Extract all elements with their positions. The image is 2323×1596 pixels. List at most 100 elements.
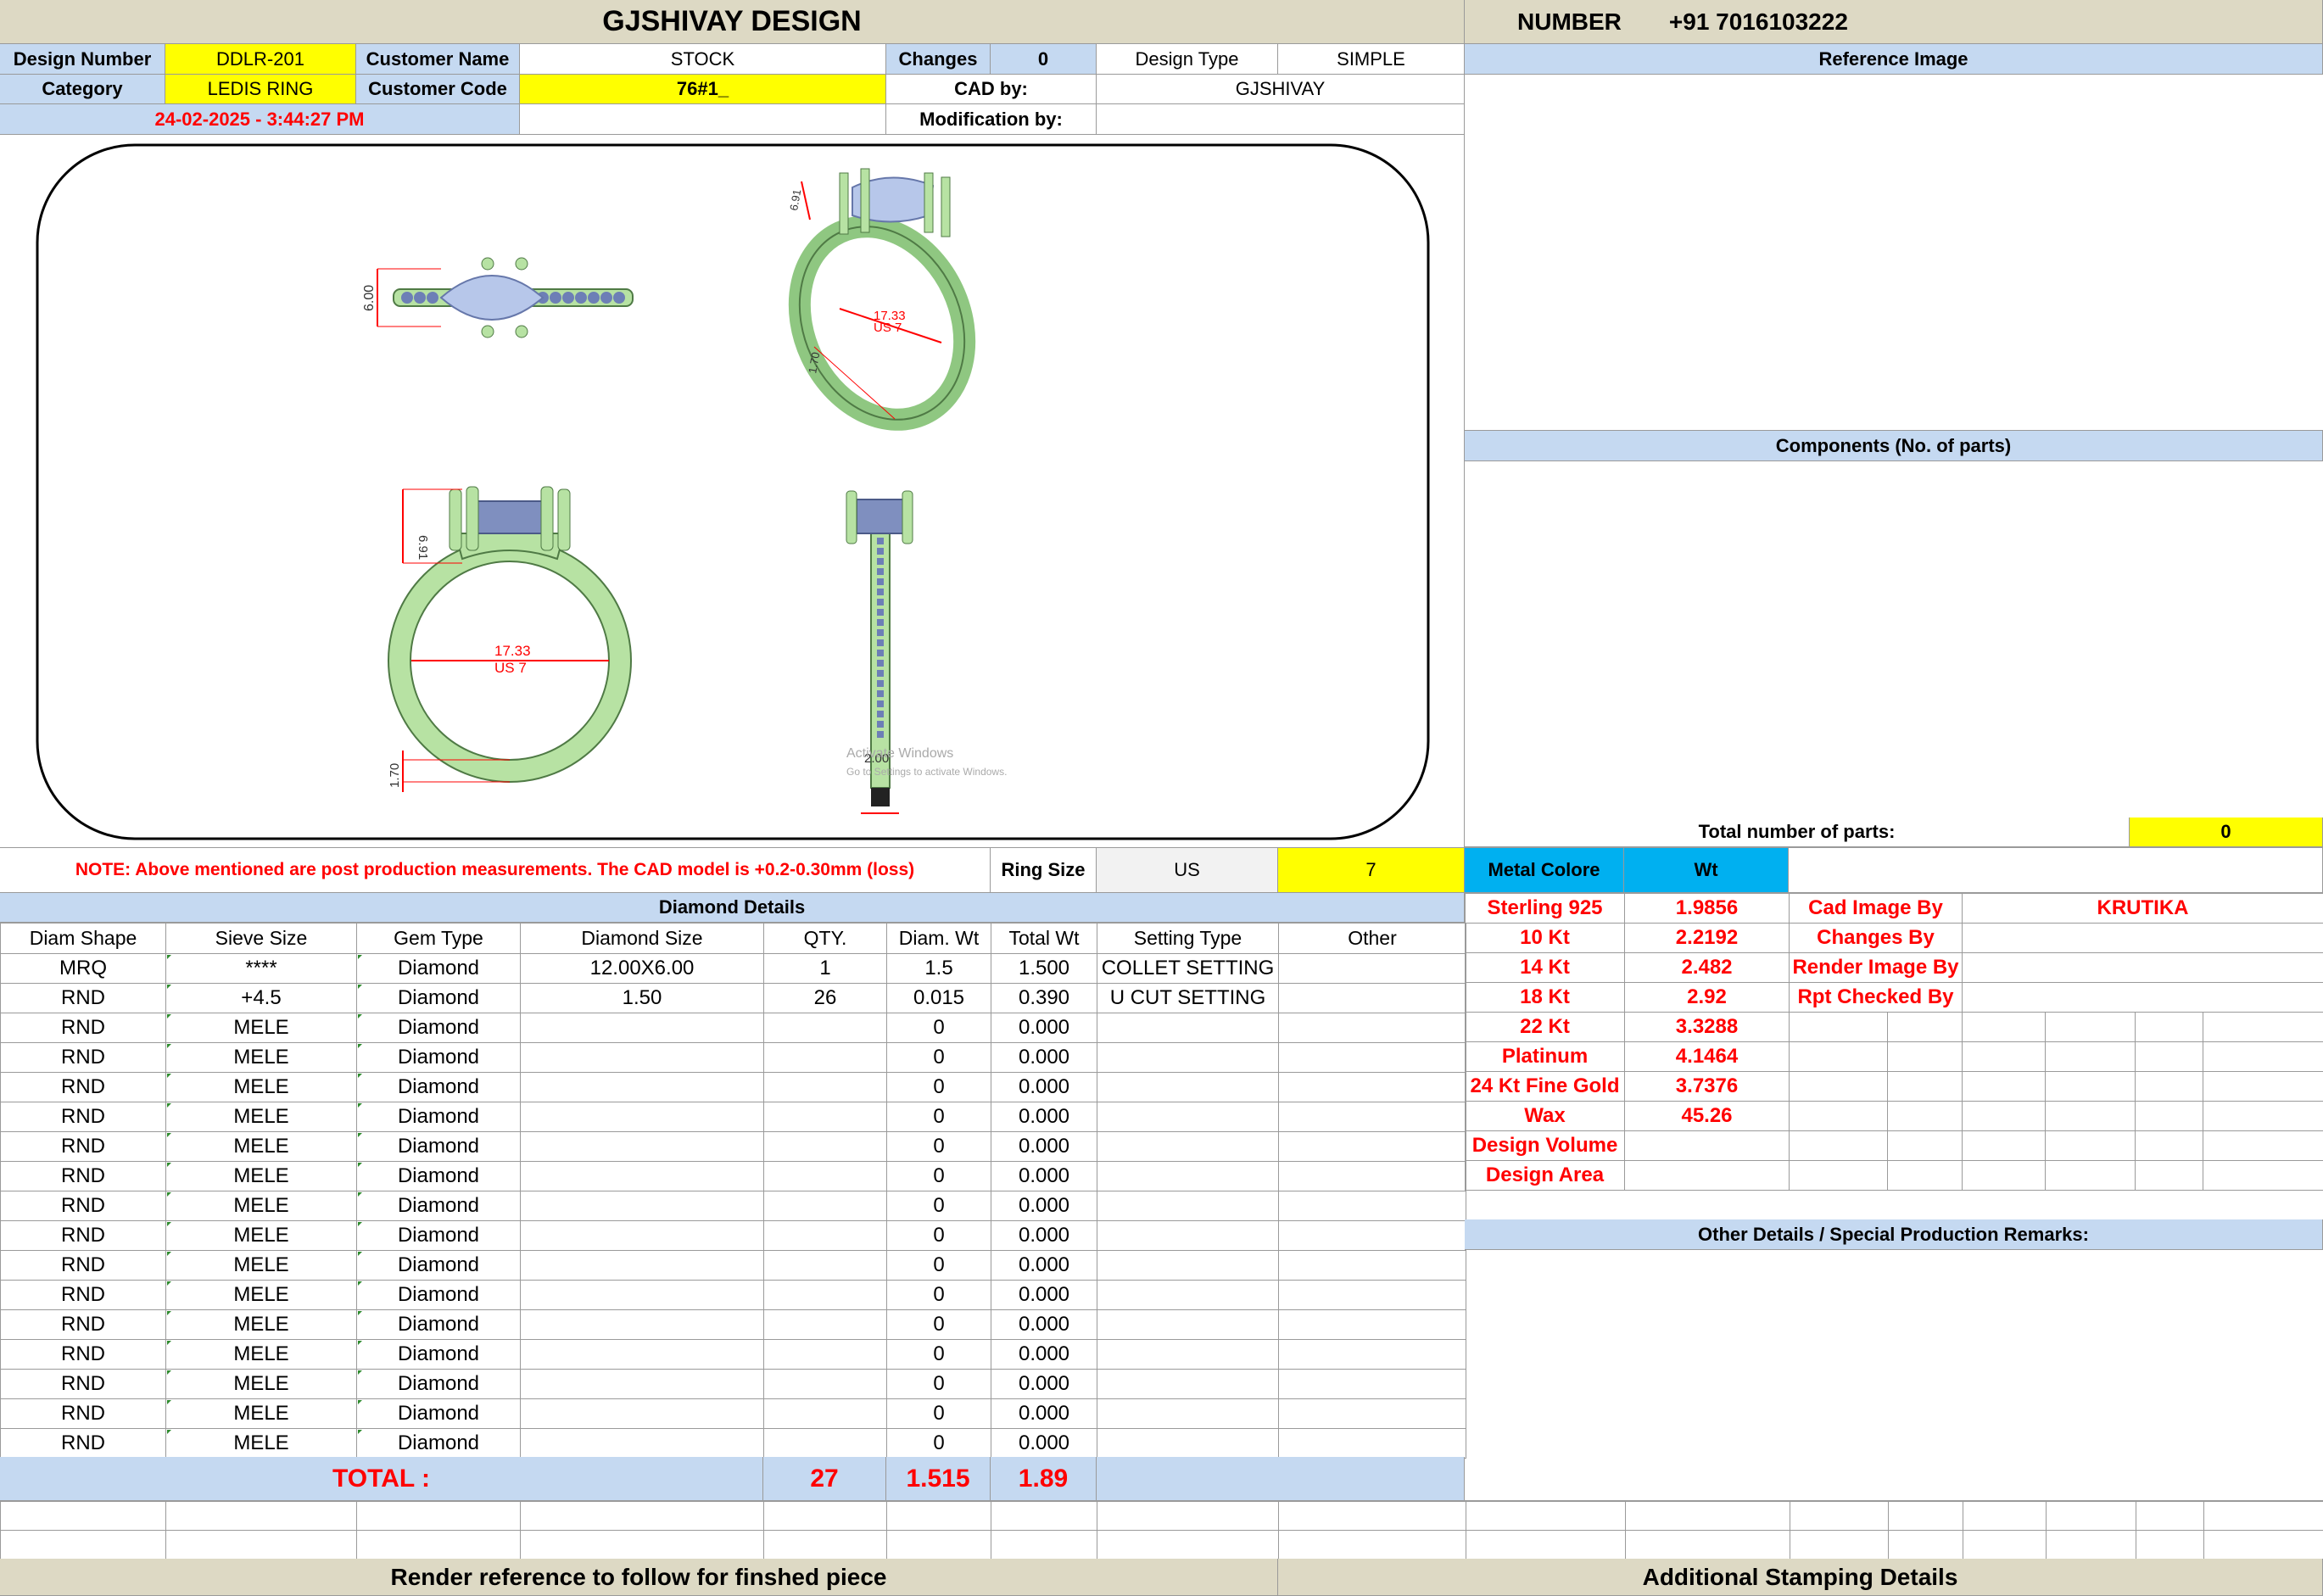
modification-value bbox=[1097, 104, 1465, 135]
diamond-row: RND MELE Diamond 0 0.000 bbox=[0, 1369, 1466, 1399]
blank-cell bbox=[886, 1530, 991, 1560]
blank-grid bbox=[0, 1501, 2323, 1560]
diamond-cell bbox=[1097, 1191, 1279, 1221]
components-title: Components (No. of parts) bbox=[1465, 431, 2323, 461]
date-time: 24-02-2025 - 3:44:27 PM bbox=[0, 104, 520, 135]
blank-cell bbox=[1625, 1501, 1790, 1531]
metal-name: 14 Kt bbox=[1465, 952, 1625, 983]
blank-cell bbox=[520, 1530, 764, 1560]
metal-wt: 3.3288 bbox=[1624, 1012, 1790, 1042]
blank-cell bbox=[1097, 1530, 1279, 1560]
blank-row bbox=[0, 1530, 2323, 1560]
blank-cell bbox=[520, 1501, 764, 1531]
credit-value: KRUTIKA bbox=[1962, 893, 2323, 924]
diamond-cell: 1 bbox=[763, 953, 887, 984]
credit-label: Changes By bbox=[1789, 923, 1963, 953]
diamond-cell-text: Diamond bbox=[397, 1283, 480, 1306]
blank-cell bbox=[2045, 1160, 2136, 1191]
blank-cell bbox=[1962, 1101, 2046, 1131]
diamond-row: RND MELE Diamond 0 0.000 bbox=[0, 1309, 1466, 1340]
diamond-cell-text: Diamond bbox=[397, 1224, 480, 1247]
diamond-cell-text: MELE bbox=[233, 1342, 289, 1365]
diamond-cell: RND bbox=[0, 1220, 166, 1251]
total-parts-value: 0 bbox=[2130, 818, 2323, 847]
blank-cell bbox=[2135, 1012, 2203, 1042]
diamond-cell-text: 0.000 bbox=[1018, 1342, 1070, 1365]
diamond-cell bbox=[763, 1191, 887, 1221]
diamond-cell: 0.000 bbox=[991, 1369, 1097, 1399]
metal-row: Wax 45.26 bbox=[1465, 1101, 2323, 1131]
diamond-cell bbox=[1278, 953, 1466, 984]
blank-cell bbox=[1278, 1501, 1466, 1531]
diamond-cell bbox=[520, 1013, 764, 1043]
diamond-cell: Diamond bbox=[356, 1013, 521, 1043]
diamond-cell: 1.50 bbox=[520, 983, 764, 1013]
diamond-cell bbox=[763, 1131, 887, 1162]
diamond-cell-text: RND bbox=[61, 1016, 105, 1039]
diamond-cell-text: 1.500 bbox=[1018, 957, 1070, 979]
diamond-cell-text: 0 bbox=[933, 1283, 945, 1306]
blank-cell bbox=[763, 1530, 887, 1560]
metal-wt: 45.26 bbox=[1624, 1101, 1790, 1131]
blank-cell bbox=[991, 1501, 1097, 1531]
diamond-cell-text: MELE bbox=[233, 1105, 289, 1128]
diamond-cell-text: 0 bbox=[933, 1135, 945, 1158]
diamond-cell: 0 bbox=[886, 1220, 991, 1251]
diamond-cell bbox=[1278, 1161, 1466, 1191]
blank-cell bbox=[2135, 1041, 2203, 1072]
diamond-cell: MELE bbox=[165, 1131, 357, 1162]
diamond-cell-text: MELE bbox=[233, 1046, 289, 1069]
blank-cell bbox=[2045, 1101, 2136, 1131]
credit-label: Rpt Checked By bbox=[1789, 982, 1963, 1013]
diamond-cell-text: 0 bbox=[933, 1224, 945, 1247]
blank-cell bbox=[2203, 1071, 2323, 1102]
diamond-cell bbox=[520, 1131, 764, 1162]
diamond-cell bbox=[520, 1250, 764, 1281]
ring-size-value: 7 bbox=[1278, 847, 1465, 893]
diamond-cell-text: Diamond bbox=[397, 1046, 480, 1069]
diamond-cell bbox=[1097, 1042, 1279, 1073]
number-label: NUMBER bbox=[1517, 8, 1622, 35]
diamond-header-cell: Sieve Size bbox=[165, 923, 357, 954]
diamond-cell-text: 0.015 bbox=[913, 986, 965, 1009]
diamond-cell-text: 0 bbox=[933, 1342, 945, 1365]
diamond-cell: 0 bbox=[886, 1280, 991, 1310]
metal-row: Platinum 4.1464 bbox=[1465, 1041, 2323, 1072]
diamond-cell-text: MELE bbox=[233, 1313, 289, 1336]
blank-cell bbox=[2045, 1041, 2136, 1072]
cad-by-value: GJSHIVAY bbox=[1097, 75, 1465, 104]
blank-row bbox=[0, 1501, 2323, 1531]
persp-size-dim: US 7 bbox=[874, 321, 902, 335]
watermark-line1: Activate Windows bbox=[846, 746, 953, 761]
total-blank bbox=[1097, 1457, 1465, 1501]
blank-cell bbox=[2045, 1130, 2136, 1161]
metal-row: Design Volume bbox=[1465, 1130, 2323, 1161]
diamond-cell bbox=[520, 1072, 764, 1102]
diamond-cell: Diamond bbox=[356, 1102, 521, 1132]
diamond-header-cell: Diamond Size bbox=[520, 923, 764, 954]
diamond-cell-text: 0 bbox=[933, 1164, 945, 1187]
diamond-cell: MELE bbox=[165, 1309, 357, 1340]
diamond-cell: MELE bbox=[165, 1042, 357, 1073]
changes-label: Changes bbox=[886, 44, 991, 75]
blank-cell bbox=[1466, 1530, 1626, 1560]
diamond-cell bbox=[1278, 1398, 1466, 1429]
diamond-cell: MELE bbox=[165, 1280, 357, 1310]
diamond-cell-text: RND bbox=[61, 1342, 105, 1365]
diamond-cell: MELE bbox=[165, 1369, 357, 1399]
diamond-header-cell: Setting Type bbox=[1097, 923, 1279, 954]
diamond-cell bbox=[1097, 1131, 1279, 1162]
blank-cell bbox=[1789, 1130, 1888, 1161]
diamond-cell: RND bbox=[0, 1013, 166, 1043]
phone-header: NUMBER +91 7016103222 bbox=[1465, 0, 2323, 44]
diamond-cell-text: RND bbox=[61, 1372, 105, 1395]
diamond-cell-text: Diamond bbox=[397, 1372, 480, 1395]
blank-cell bbox=[2136, 1501, 2204, 1531]
diamond-row: MRQ **** Diamond 12.00X6.00 1 1.5 1.500 COLLET … bbox=[0, 953, 1466, 984]
diamond-header-row: Diam Shape Sieve Size Gem Type Diamond Size… bbox=[0, 923, 1466, 954]
diamond-cell-text: RND bbox=[61, 986, 105, 1009]
diamond-cell: 12.00X6.00 bbox=[520, 953, 764, 984]
diamond-cell: RND bbox=[0, 1072, 166, 1102]
diamond-cell-text: RND bbox=[61, 1046, 105, 1069]
diamond-cell bbox=[1278, 1042, 1466, 1073]
